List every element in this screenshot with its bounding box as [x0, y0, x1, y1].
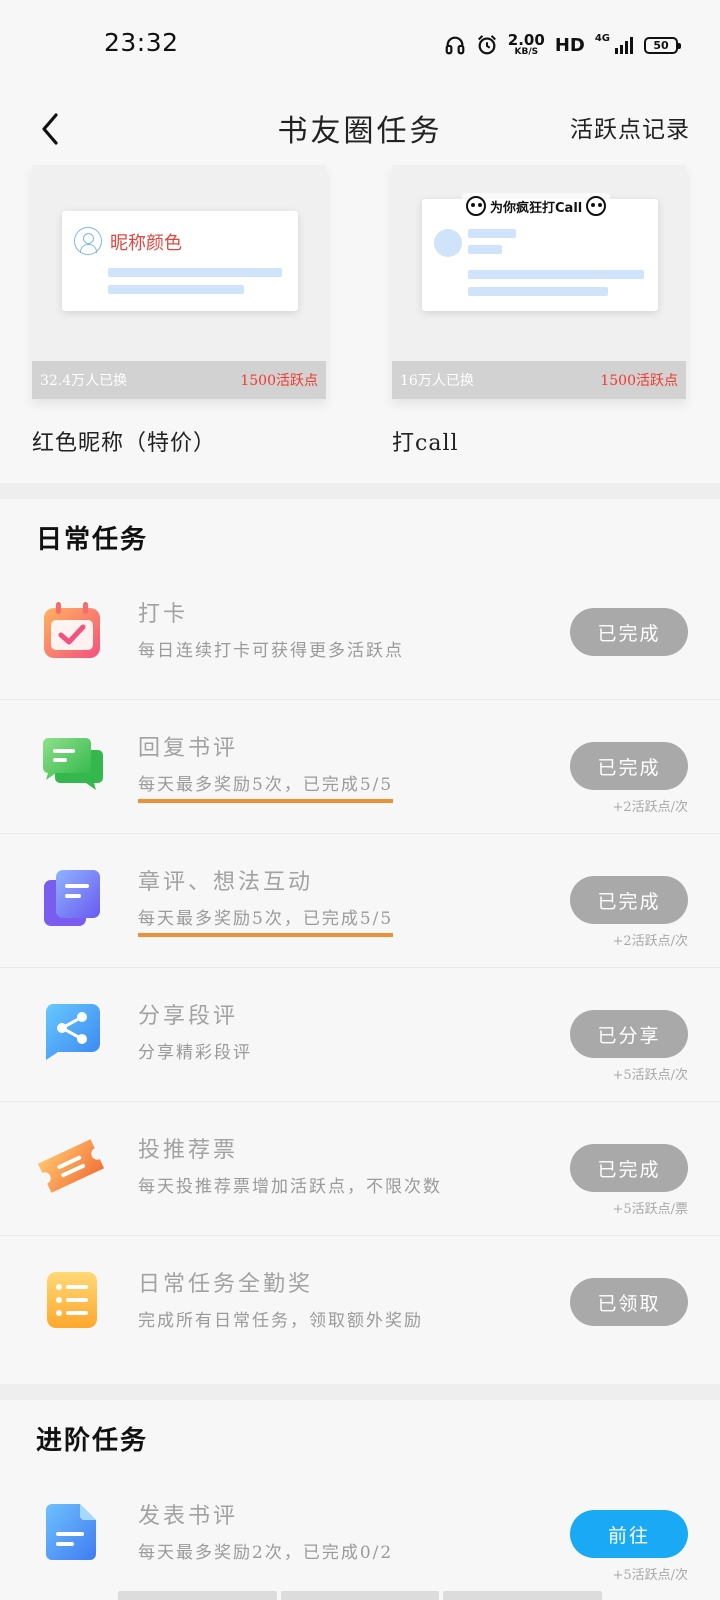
battery-icon: 50 — [644, 36, 681, 54]
reward-cost: 1500活跃点 — [600, 373, 678, 389]
task-status-button[interactable]: 已领取 — [570, 1278, 688, 1326]
reward-preview: 昵称颜色 32.4万人已换 1500活跃点 — [32, 165, 326, 399]
task-desc: 分享精彩段评 — [138, 1043, 252, 1063]
task-desc: 每日连续打卡可获得更多活跃点 — [138, 641, 404, 661]
preview-nickname: 昵称颜色 — [110, 233, 182, 254]
calendar-check-icon — [42, 600, 102, 660]
task-title: 章评、想法互动 — [138, 870, 314, 895]
reward-name: 打call — [392, 431, 459, 456]
tab-edge — [443, 1591, 603, 1600]
task-status-button[interactable]: 已完成 — [570, 608, 688, 656]
placeholder-line — [468, 229, 516, 238]
task-title: 打卡 — [138, 602, 189, 627]
task-row-reply-review: 回复书评 每天最多奖励5次，已完成5/5 已完成 +2活跃点/次 — [0, 700, 720, 834]
section-title: 日常任务 — [36, 525, 149, 555]
task-row-share-comment: 分享段评 分享精彩段评 已分享 +5活跃点/次 — [0, 968, 720, 1102]
section-divider — [0, 483, 720, 499]
task-reward: +5活跃点/次 — [612, 1568, 688, 1583]
exchanged-count: 32.4万人已换 — [40, 373, 128, 389]
task-title: 日常任务全勤奖 — [138, 1272, 314, 1297]
activity-records-link[interactable]: 活跃点记录 — [570, 110, 690, 144]
network-speed: 2.00 KB/S — [507, 31, 545, 57]
avatar-icon — [74, 227, 102, 255]
document-stack-icon — [42, 868, 102, 928]
task-status-button[interactable]: 已分享 — [570, 1010, 688, 1058]
status-icons: 2.00 KB/S HD 4G 50 — [444, 30, 681, 60]
task-title: 发表书评 — [138, 1504, 239, 1529]
task-row-post-review: 发表书评 每天最多奖励2次，已完成0/2 前往 +5活跃点/次 — [0, 1468, 720, 1600]
task-row-chapter-comment: 章评、想法互动 每天最多奖励5次，已完成5/5 已完成 +2活跃点/次 — [0, 834, 720, 968]
task-title: 分享段评 — [138, 1004, 239, 1029]
task-reward: +2活跃点/次 — [612, 800, 688, 815]
reward-list: 昵称颜色 32.4万人已换 1500活跃点 红色昵称（特价） 为你疯狂打Call — [0, 165, 720, 483]
task-desc: 完成所有日常任务，领取额外奖励 — [138, 1311, 423, 1331]
task-title: 回复书评 — [138, 736, 239, 761]
task-desc: 每天最多奖励2次，已完成0/2 — [138, 1543, 394, 1563]
reward-card-call[interactable]: 为你疯狂打Call 16万人已换 1500活跃点 打call — [392, 165, 686, 457]
task-desc: 每天最多奖励5次，已完成5/5 — [138, 904, 394, 937]
task-reward: +5活跃点/票 — [612, 1202, 688, 1217]
task-reward: +2活跃点/次 — [612, 934, 688, 949]
network-type: 4G — [594, 32, 610, 44]
reward-cost: 1500活跃点 — [240, 373, 318, 389]
placeholder-line — [108, 268, 282, 277]
advanced-task-section: 进阶任务 发表书评 每天最多奖励2次，已完成0/2 前往 +5活跃点/次 — [0, 1400, 720, 1600]
headphones-icon — [444, 34, 466, 56]
bottom-tab-peek — [118, 1591, 603, 1600]
status-time: 23:32 — [104, 28, 179, 57]
list-icon — [42, 1270, 102, 1330]
section-title: 进阶任务 — [36, 1426, 149, 1456]
task-desc: 每天投推荐票增加活跃点，不限次数 — [138, 1177, 442, 1197]
task-status-button[interactable]: 已完成 — [570, 1144, 688, 1192]
hd-indicator: HD — [554, 34, 585, 56]
task-reward: +5活跃点/次 — [612, 1068, 688, 1083]
task-row-daily-attendance: 日常任务全勤奖 完成所有日常任务，领取额外奖励 已领取 — [0, 1236, 720, 1370]
call-banner: 为你疯狂打Call — [462, 193, 611, 219]
call-banner-text: 为你疯狂打Call — [490, 200, 583, 216]
signal-icon — [614, 35, 634, 55]
task-row-recommend-ticket: 投推荐票 每天投推荐票增加活跃点，不限次数 已完成 +5活跃点/票 — [0, 1102, 720, 1236]
reward-card-red-nickname[interactable]: 昵称颜色 32.4万人已换 1500活跃点 红色昵称（特价） — [32, 165, 326, 457]
preview-card: 昵称颜色 — [62, 211, 298, 311]
task-status-button[interactable]: 已完成 — [570, 876, 688, 924]
placeholder-line — [468, 270, 644, 279]
document-icon — [42, 1502, 102, 1562]
placeholder-line — [468, 245, 502, 254]
reward-meta: 32.4万人已换 1500活跃点 — [32, 361, 326, 399]
reward-name: 红色昵称（特价） — [32, 431, 217, 456]
tab-edge — [118, 1591, 277, 1600]
section-divider — [0, 1384, 720, 1400]
reward-meta: 16万人已换 1500活跃点 — [392, 361, 686, 399]
task-title: 投推荐票 — [138, 1138, 239, 1163]
chat-bubbles-icon — [42, 734, 103, 794]
reward-preview: 为你疯狂打Call 16万人已换 1500活跃点 — [392, 165, 686, 399]
task-row-checkin: 打卡 每日连续打卡可获得更多活跃点 已完成 — [0, 566, 720, 700]
smiley-face-icon — [466, 196, 486, 216]
daily-task-section: 日常任务 打卡 每日连续打卡可获得更多活跃点 已完成 回复书评 每天最多奖励5次… — [0, 499, 720, 1384]
smiley-face-icon — [586, 196, 607, 216]
alarm-clock-icon — [476, 34, 498, 56]
placeholder-line — [108, 285, 244, 294]
ticket-icon — [37, 1136, 105, 1196]
placeholder-line — [468, 287, 608, 296]
go-button[interactable]: 前往 — [570, 1510, 688, 1558]
task-desc: 每天最多奖励5次，已完成5/5 — [138, 770, 394, 803]
share-icon — [42, 1002, 102, 1062]
tab-edge — [280, 1591, 440, 1600]
exchanged-count: 16万人已换 — [400, 373, 474, 389]
avatar — [434, 229, 462, 257]
status-bar: 23:32 2.00 KB/S HD 4G 50 — [0, 0, 720, 90]
task-status-button[interactable]: 已完成 — [570, 742, 688, 790]
